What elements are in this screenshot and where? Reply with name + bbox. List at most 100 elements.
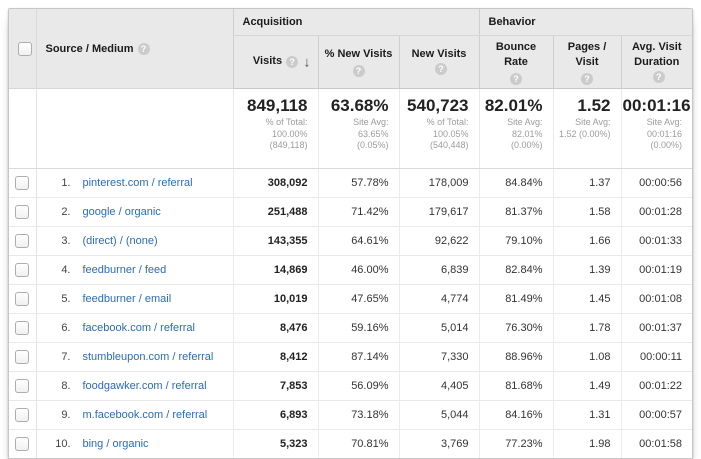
visits-value: 308,092 — [233, 169, 318, 198]
summary-bounce-rate: 82.01% Site Avg:82.01%(0.00%) — [479, 89, 553, 169]
pages-per-visit-label: Pages / Visit — [560, 40, 615, 70]
source-medium-link[interactable]: google / organic — [83, 206, 161, 218]
avg-visit-duration-value: 00:01:58 — [621, 430, 692, 459]
new-visits-value: 179,617 — [399, 198, 479, 227]
pages-per-visit-value: 1.37 — [553, 169, 621, 198]
summary-detail: Site Avg:00:01:16(0.00%) — [623, 117, 683, 152]
visits-value: 10,019 — [233, 285, 318, 314]
table-row: 8.foodgawker.com / referral7,85356.09%4,… — [9, 372, 692, 401]
row-checkbox-cell — [9, 285, 36, 314]
bounce-rate-value: 79.10% — [479, 227, 553, 256]
source-medium-label: Source / Medium — [46, 43, 134, 55]
help-icon[interactable]: ? — [653, 71, 665, 83]
row-rank: 4. — [45, 264, 71, 276]
summary-pct-new-visits: 63.68% Site Avg:63.65%(0.05%) — [318, 89, 399, 169]
source-medium-link[interactable]: stumbleupon.com / referral — [83, 351, 214, 363]
row-checkbox[interactable] — [15, 263, 29, 277]
column-header-avg-visit-duration[interactable]: Avg. Visit Duration? — [621, 36, 692, 89]
help-icon[interactable]: ? — [353, 65, 365, 77]
row-rank: 8. — [45, 380, 71, 392]
visits-label: Visits — [253, 54, 282, 69]
source-medium-link[interactable]: facebook.com / referral — [83, 322, 196, 334]
summary-subline: Site Avg: — [623, 117, 683, 129]
source-medium-link[interactable]: feedburner / email — [83, 293, 172, 305]
pages-per-visit-value: 1.39 — [553, 256, 621, 285]
row-rank: 2. — [45, 206, 71, 218]
source-medium-link[interactable]: foodgawker.com / referral — [83, 380, 207, 392]
row-checkbox-cell — [9, 169, 36, 198]
source-medium-cell: 8. foodgawker.com / referral — [36, 372, 233, 401]
column-header-pages-per-visit[interactable]: Pages / Visit ? — [553, 36, 621, 89]
row-checkbox-cell — [9, 401, 36, 430]
help-icon[interactable]: ? — [581, 73, 593, 85]
new-visits-value: 3,769 — [399, 430, 479, 459]
row-checkbox[interactable] — [15, 292, 29, 306]
column-header-visits[interactable]: Visits? ↓ — [233, 36, 318, 89]
select-all-checkbox[interactable] — [18, 42, 32, 56]
table-body: 1.pinterest.com / referral308,09257.78%1… — [9, 169, 692, 459]
pct-new-visits-value: 59.16% — [318, 314, 399, 343]
column-header-source-medium[interactable]: Source / Medium? — [36, 9, 233, 89]
row-checkbox[interactable] — [15, 437, 29, 451]
pct-new-visits-value: 64.61% — [318, 227, 399, 256]
analytics-table-panel: Source / Medium? Acquisition Behavior Vi… — [8, 8, 693, 459]
new-visits-value: 5,044 — [399, 401, 479, 430]
row-rank: 6. — [45, 322, 71, 334]
summary-subline: (0.00%) — [623, 140, 683, 152]
table-header: Source / Medium? Acquisition Behavior Vi… — [9, 9, 692, 89]
help-icon[interactable]: ? — [510, 73, 522, 85]
bounce-rate-value: 76.30% — [479, 314, 553, 343]
acquisition-label: Acquisition — [243, 16, 303, 28]
help-icon[interactable]: ? — [138, 43, 150, 55]
source-medium-cell: 5.feedburner / email — [36, 285, 233, 314]
behavior-label: Behavior — [489, 16, 536, 28]
summary-detail: Site Avg:1.52 (0.00%) — [555, 117, 611, 140]
visits-value: 8,412 — [233, 343, 318, 372]
group-header-row: Source / Medium? Acquisition Behavior — [9, 9, 692, 36]
summary-avg-visit-duration: 00:01:16 Site Avg:00:01:16(0.00%) — [621, 89, 692, 169]
bounce-rate-value: 77.23% — [479, 430, 553, 459]
column-header-bounce-rate[interactable]: Bounce Rate ? — [479, 36, 553, 89]
new-visits-value: 5,014 — [399, 314, 479, 343]
row-checkbox[interactable] — [15, 234, 29, 248]
pct-new-visits-value: 73.18% — [318, 401, 399, 430]
summary-subline: % of Total: — [401, 117, 469, 129]
pages-per-visit-value: 1.98 — [553, 430, 621, 459]
column-header-new-visits[interactable]: New Visits? — [399, 36, 479, 89]
source-medium-cell: 4. feedburner / feed — [36, 256, 233, 285]
bounce-rate-value: 81.37% — [479, 198, 553, 227]
visits-value: 251,488 — [233, 198, 318, 227]
row-checkbox[interactable] — [15, 408, 29, 422]
pct-new-visits-value: 57.78% — [318, 169, 399, 198]
source-medium-cell: 9.m.facebook.com / referral — [36, 401, 233, 430]
row-checkbox[interactable] — [15, 176, 29, 190]
summary-visits: 849,118 % of Total:100.00%(849,118) — [233, 89, 318, 169]
new-visits-value: 92,622 — [399, 227, 479, 256]
sort-descending-icon[interactable]: ↓ — [304, 55, 311, 70]
row-checkbox-cell — [9, 314, 36, 343]
pct-new-visits-value: 87.14% — [318, 343, 399, 372]
source-medium-link[interactable]: bing / organic — [83, 438, 149, 450]
pct-new-visits-label: % New Visits — [325, 47, 393, 62]
help-icon[interactable]: ? — [286, 56, 298, 68]
source-medium-link[interactable]: feedburner / feed — [83, 264, 167, 276]
row-checkbox[interactable] — [15, 350, 29, 364]
source-medium-link[interactable]: m.facebook.com / referral — [83, 409, 208, 421]
summary-detail: % of Total:100.00%(849,118) — [235, 117, 308, 152]
help-icon[interactable]: ? — [435, 63, 447, 75]
summary-subline: 1.52 (0.00%) — [555, 129, 611, 141]
table-row: 9.m.facebook.com / referral6,89373.18%5,… — [9, 401, 692, 430]
column-header-pct-new-visits[interactable]: % New Visits ? — [318, 36, 399, 89]
row-checkbox[interactable] — [15, 321, 29, 335]
source-medium-link[interactable]: (direct) / (none) — [83, 235, 158, 247]
bounce-rate-value: 84.84% — [479, 169, 553, 198]
source-medium-cell: 3.(direct) / (none) — [36, 227, 233, 256]
summary-detail: % of Total:100.05%(540,448) — [401, 117, 469, 152]
row-checkbox[interactable] — [15, 379, 29, 393]
pct-new-visits-value: 56.09% — [318, 372, 399, 401]
new-visits-value: 6,839 — [399, 256, 479, 285]
avg-visit-duration-value: 00:01:37 — [621, 314, 692, 343]
row-checkbox-cell — [9, 372, 36, 401]
row-checkbox[interactable] — [15, 205, 29, 219]
source-medium-link[interactable]: pinterest.com / referral — [83, 177, 193, 189]
